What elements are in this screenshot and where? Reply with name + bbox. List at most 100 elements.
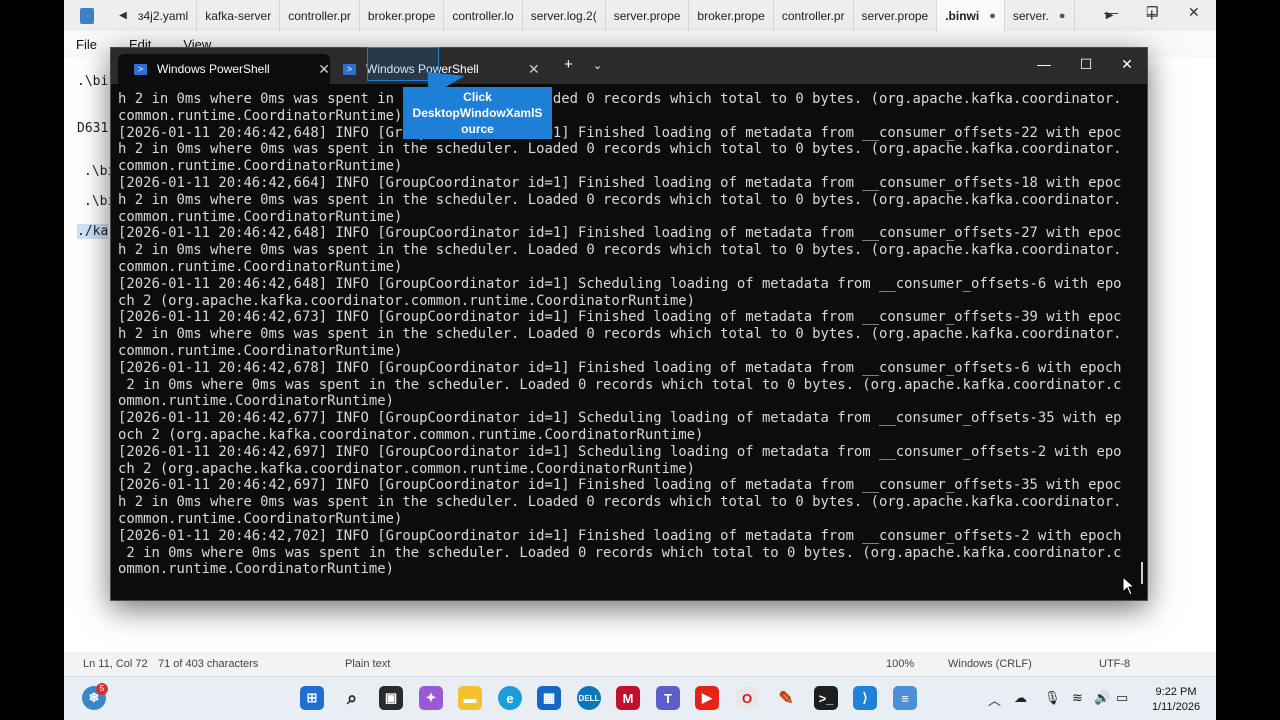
tab-label: controller.pr: [288, 8, 351, 23]
notepad-tab[interactable]: server.prope: [854, 0, 938, 31]
terminal-output[interactable]: h 2 in 0ms where 0ms was spent in the sc…: [118, 91, 1128, 591]
notepad-tab-bar: ◀ ɜ4j2.yaml kafka-server controller.pr b…: [64, 0, 1216, 31]
edge-browser-icon[interactable]: e: [498, 686, 522, 710]
new-tab-icon[interactable]: +: [564, 56, 573, 73]
notepad-tab[interactable]: broker.prope: [689, 0, 774, 31]
terminal-tab-active[interactable]: > Windows PowerShell ✕: [118, 54, 330, 84]
notepad-status-bar: Ln 11, Col 72 71 of 403 characters Plain…: [64, 652, 1216, 676]
battery-icon[interactable]: ▭: [1116, 690, 1128, 706]
console-line: common.runtime.CoordinatorRuntime): [118, 510, 403, 527]
tab-close-icon[interactable]: ✕: [528, 61, 540, 78]
notepad-taskbar-icon[interactable]: ≡: [893, 686, 917, 710]
text-line: .\bi: [77, 74, 109, 89]
clock-date: 1/11/2026: [1151, 701, 1201, 713]
tray-overflow-icon[interactable]: ︿: [988, 690, 1001, 709]
clock-time: 9:22 PM: [1155, 686, 1197, 698]
notepad-tab-active[interactable]: .binwi ●: [937, 0, 1005, 31]
notepad-app-icon: [80, 7, 94, 24]
menu-file[interactable]: File: [76, 37, 97, 52]
tooltip-line: ource: [461, 122, 494, 136]
youtube-icon[interactable]: ▶: [695, 686, 719, 710]
notepad-tab[interactable]: broker.prope: [360, 0, 445, 31]
tab-scroll-left-icon[interactable]: ◀: [116, 10, 130, 21]
console-line: h 2 in 0ms where 0ms was spent in the sc…: [118, 326, 1122, 343]
onedrive-icon[interactable]: ☁: [1014, 690, 1027, 706]
volume-icon[interactable]: 🔊: [1094, 690, 1110, 706]
vscode-icon[interactable]: ⟩: [853, 686, 877, 710]
maximize-icon[interactable]: ☐: [1076, 56, 1096, 73]
start-icon[interactable]: ⊞: [300, 686, 324, 710]
console-line: h 2 in 0ms where 0ms was spent in the sc…: [118, 242, 1122, 259]
close-icon[interactable]: ✕: [1188, 4, 1200, 21]
terminal-icon[interactable]: >_: [814, 686, 838, 710]
unsaved-dot-icon: ●: [989, 9, 996, 22]
tab-label: server.prope: [861, 8, 929, 23]
wifi-icon[interactable]: ≋: [1072, 690, 1083, 706]
taskbar: ❄ 5 ⊞ ⌕ ▣ ✦ ▬ e ▦ DELL M T ▶ O ✎ >_ ⟩ ≡ …: [64, 676, 1216, 720]
console-line: common.runtime.CoordinatorRuntime): [118, 158, 403, 175]
file-type: Plain text: [345, 658, 391, 670]
console-line: 2 in 0ms where 0ms was spent in the sche…: [118, 544, 1122, 561]
tab-label: controller.pr: [781, 8, 845, 23]
copilot-app-icon[interactable]: ✦: [419, 686, 443, 710]
opera-icon[interactable]: O: [735, 686, 759, 710]
widgets-badge: 5: [96, 683, 108, 695]
console-line: h 2 in 0ms where 0ms was spent in the sc…: [118, 494, 1122, 511]
mouse-cursor-icon: [1122, 575, 1136, 601]
task-view-icon[interactable]: ▣: [379, 686, 403, 710]
selected-text-line: ./ka: [77, 224, 109, 239]
powershell-icon: >: [134, 63, 147, 75]
tab-label: kafka-server: [205, 8, 272, 23]
line-ending[interactable]: Windows (CRLF): [948, 658, 1032, 670]
tab-label: server.log.2(: [530, 8, 597, 23]
notepad-tab[interactable]: controller.pr: [774, 0, 854, 31]
console-line: [2026-01-11 20:46:42,664] INFO [GroupCoo…: [118, 174, 1122, 191]
console-line: common.runtime.CoordinatorRuntime): [118, 258, 403, 275]
notepad-tab[interactable]: controller.lo: [444, 0, 523, 31]
close-icon[interactable]: ✕: [1117, 56, 1137, 73]
tab-title: Windows PowerShell: [156, 62, 270, 76]
console-line: common.runtime.CoordinatorRuntime): [118, 342, 403, 359]
console-line: [2026-01-11 20:46:42,648] INFO [GroupCoo…: [118, 124, 1122, 141]
console-line: [2026-01-11 20:46:42,697] INFO [GroupCoo…: [118, 477, 1122, 494]
console-line: 2 in 0ms where 0ms was spent in the sche…: [118, 376, 1122, 393]
powershell-icon: >: [343, 63, 356, 75]
pen-icon[interactable]: ✎: [774, 686, 798, 710]
notepad-tab[interactable]: ɜ4j2.yaml: [130, 0, 198, 31]
tab-label: controller.lo: [452, 8, 514, 23]
mcafee-icon[interactable]: M: [616, 686, 640, 710]
console-line: [2026-01-11 20:46:42,648] INFO [GroupCoo…: [118, 275, 1122, 292]
console-line: h 2 in 0ms where 0ms was spent in the sc…: [118, 141, 1122, 158]
tab-label: .binwi: [945, 8, 980, 23]
microphone-icon[interactable]: 🎙: [1044, 690, 1061, 706]
cursor-position: Ln 11, Col 72: [83, 658, 148, 670]
notepad-tab[interactable]: controller.pr: [280, 0, 360, 31]
minimize-icon[interactable]: —: [1034, 56, 1054, 72]
file-explorer-icon[interactable]: ▬: [458, 686, 482, 710]
console-line: common.runtime.CoordinatorRuntime): [118, 208, 403, 225]
tab-label: broker.prope: [367, 8, 436, 23]
terminal-title-bar: > Windows PowerShell ✕ > Windows PowerSh…: [111, 48, 1147, 84]
console-line: ch 2 (org.apache.kafka.coordinator.commo…: [118, 460, 696, 477]
tab-label: server.: [1012, 8, 1049, 23]
maximize-icon[interactable]: ❐: [1146, 4, 1159, 21]
dropdown-chevron-icon[interactable]: ⌄: [593, 59, 602, 72]
notepad-tab[interactable]: server.prope: [606, 0, 690, 31]
notepad-tab[interactable]: server. ●: [1005, 0, 1075, 31]
minimize-icon[interactable]: —: [1104, 4, 1118, 20]
dell-icon[interactable]: DELL: [577, 686, 601, 710]
tab-label: broker.prope: [697, 8, 765, 23]
encoding[interactable]: UTF-8: [1099, 658, 1130, 670]
scrollbar[interactable]: [1141, 562, 1143, 584]
teams-icon[interactable]: T: [656, 686, 680, 710]
zoom-level[interactable]: 100%: [886, 658, 914, 670]
clock[interactable]: 9:22 PM 1/11/2026: [1146, 685, 1206, 715]
notepad-tab[interactable]: server.log.2(: [523, 0, 606, 31]
tooltip-line: DesktopWindowXamlS: [412, 106, 543, 120]
character-count: 71 of 403 characters: [158, 658, 259, 670]
store-icon[interactable]: ▦: [537, 686, 561, 710]
search-icon[interactable]: ⌕: [340, 686, 364, 710]
notepad-tab[interactable]: kafka-server: [197, 0, 281, 31]
click-tooltip: Click DesktopWindowXamlS ource: [403, 87, 552, 139]
tooltip-line: Click: [463, 90, 492, 104]
